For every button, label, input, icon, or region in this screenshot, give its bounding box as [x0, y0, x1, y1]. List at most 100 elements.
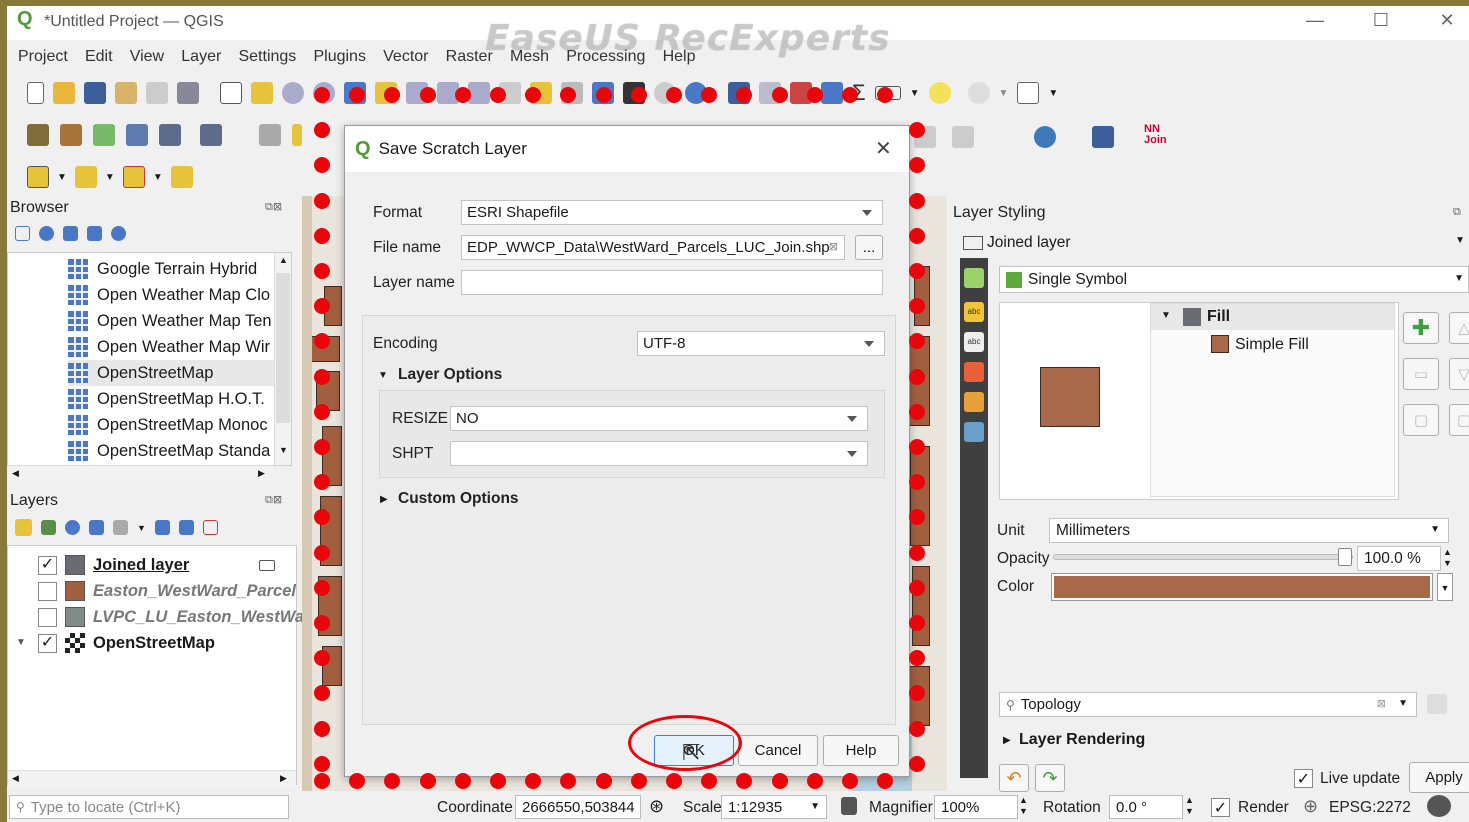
diagrams-icon[interactable]: [964, 392, 984, 412]
cancel-button[interactable]: Cancel: [738, 735, 818, 766]
opacity-spinbox[interactable]: 100.0 %: [1357, 546, 1441, 571]
add-group-icon[interactable]: [41, 520, 56, 535]
locator-icon[interactable]: [967, 82, 990, 104]
pan-map-icon[interactable]: [220, 82, 242, 104]
chevron-down-icon[interactable]: ▼: [1455, 235, 1465, 246]
layer-row-osm[interactable]: ▼ ✓ OpenStreetMap: [16, 630, 215, 656]
remove-symbol-layer-button[interactable]: ▭: [1403, 358, 1439, 390]
locate-input[interactable]: ⚲ Type to locate (Ctrl+K): [9, 795, 289, 819]
chevron-down-icon[interactable]: ▼: [57, 172, 67, 183]
symbology-icon[interactable]: [964, 268, 984, 288]
chevron-down-icon[interactable]: ▼: [1430, 524, 1440, 535]
shpt-select[interactable]: [450, 441, 868, 466]
new-map-view-icon[interactable]: [530, 82, 552, 104]
clear-icon[interactable]: ⊠: [1377, 697, 1386, 710]
layer-row-landuse[interactable]: LVPC_LU_Easton_WestWa: [38, 604, 304, 630]
opacity-slider-handle[interactable]: [1338, 548, 1352, 566]
list-item[interactable]: OpenStreetMap H.O.T.: [68, 386, 291, 412]
fill-row[interactable]: ▼ Fill: [1151, 304, 1394, 330]
filter-legend-icon[interactable]: [89, 520, 104, 535]
menu-mesh[interactable]: Mesh: [510, 48, 549, 65]
toggle-extents-icon[interactable]: ⊛: [649, 796, 664, 817]
maximize-icon[interactable]: ☐: [1361, 10, 1401, 31]
layer-visibility-checkbox[interactable]: [38, 607, 57, 627]
toggle-editing-icon[interactable]: [292, 124, 302, 146]
filter-icon[interactable]: [63, 226, 78, 241]
python-console-icon[interactable]: [1034, 126, 1056, 148]
resize-select[interactable]: NO: [450, 406, 868, 431]
menu-help[interactable]: Help: [663, 48, 696, 65]
spin-arrows-icon[interactable]: ▲ ▼: [1019, 795, 1028, 817]
new-project-icon[interactable]: [27, 82, 44, 104]
chevron-down-icon[interactable]: ▼: [1161, 310, 1171, 321]
new-temporary-layer-icon[interactable]: [159, 124, 181, 146]
collapse-all-icon[interactable]: [87, 226, 102, 241]
select-location-icon[interactable]: [170, 166, 193, 188]
move-down-button[interactable]: ▽: [1449, 358, 1469, 390]
zoom-next-icon[interactable]: [499, 82, 521, 104]
chevron-right-icon[interactable]: ▶: [380, 494, 388, 505]
new-print-layout-icon[interactable]: [115, 82, 137, 104]
layer-selector[interactable]: Joined layer ▼: [957, 229, 1469, 256]
menu-view[interactable]: View: [130, 48, 164, 65]
list-item[interactable]: Open Weather Map Clo: [68, 282, 291, 308]
browse-button[interactable]: ...: [855, 235, 883, 260]
menu-settings[interactable]: Settings: [238, 48, 296, 65]
unit-select[interactable]: Millimeters ▼: [1049, 518, 1449, 543]
properties-search-input[interactable]: ⚲ Topology ⊠ ▼: [999, 692, 1417, 717]
chevron-down-icon[interactable]: ▼: [910, 88, 920, 99]
zoom-out-icon[interactable]: [313, 82, 335, 104]
info-icon[interactable]: [111, 226, 126, 241]
live-update-checkbox[interactable]: ✓: [1294, 769, 1313, 788]
chevron-down-icon[interactable]: ▼: [105, 172, 115, 183]
layername-input[interactable]: [461, 270, 883, 295]
filter-expression-icon[interactable]: [113, 520, 128, 535]
layout-manager-icon[interactable]: [146, 82, 168, 104]
filename-input[interactable]: EDP_WWCP_Data\WestWard_Parcels_LUC_Join.…: [461, 235, 845, 260]
new-3d-view-icon[interactable]: [561, 82, 583, 104]
help-icon[interactable]: [1092, 126, 1114, 148]
zoom-native-icon[interactable]: [437, 82, 459, 104]
refresh-icon[interactable]: [685, 82, 707, 104]
spin-arrows-icon[interactable]: ▲ ▼: [1185, 795, 1194, 817]
chevron-down-icon[interactable]: ▼: [137, 523, 146, 533]
encoding-select[interactable]: UTF-8: [637, 331, 885, 356]
chevron-right-icon[interactable]: ▶: [1003, 735, 1011, 746]
browser-hscrollbar[interactable]: ◀ ▶: [8, 465, 273, 482]
field-calculator-icon[interactable]: [790, 82, 812, 104]
simple-fill-row[interactable]: Simple Fill: [1151, 332, 1394, 358]
magnifier-field[interactable]: 100%: [934, 795, 1018, 819]
identify-icon[interactable]: [728, 82, 750, 104]
layer-row-joined[interactable]: ✓ Joined layer: [38, 552, 276, 578]
list-item[interactable]: OpenStreetMap: [68, 360, 291, 386]
help-button[interactable]: Help: [823, 735, 899, 766]
text-annotation-icon[interactable]: [1017, 82, 1040, 104]
browser-scrollbar[interactable]: ▲ ▼: [274, 253, 291, 465]
open-project-icon[interactable]: [53, 82, 75, 104]
layer-options-section[interactable]: Layer Options: [398, 366, 502, 384]
current-edits-icon[interactable]: [259, 124, 281, 146]
statistics-icon[interactable]: Σ: [852, 80, 866, 106]
temporal-icon[interactable]: [654, 82, 676, 104]
collapse-all-icon[interactable]: [178, 520, 194, 535]
list-item[interactable]: OpenStreetMap Monoc: [68, 412, 291, 438]
move-up-button[interactable]: △: [1449, 312, 1469, 344]
menu-vector[interactable]: Vector: [383, 48, 428, 65]
scroll-left-icon[interactable]: ◀: [12, 468, 19, 479]
layer-row-parcels[interactable]: Easton_WestWard_Parcel: [38, 578, 296, 604]
menu-project[interactable]: Project: [18, 48, 68, 65]
chevron-down-icon[interactable]: ▼: [153, 172, 163, 183]
messages-icon[interactable]: [1427, 795, 1451, 817]
layer-rendering-section[interactable]: Layer Rendering: [1019, 731, 1145, 749]
deselect-icon[interactable]: [122, 166, 145, 188]
scroll-right-icon[interactable]: ▶: [258, 468, 265, 479]
save-project-icon[interactable]: [84, 82, 106, 104]
renderer-selector[interactable]: Single Symbol ▼: [999, 266, 1469, 293]
list-item[interactable]: Open Weather Map Ten: [68, 308, 291, 334]
scroll-right-icon[interactable]: ▶: [280, 773, 287, 784]
rotation-field[interactable]: 0.0 °: [1109, 795, 1183, 819]
undo-button[interactable]: ↶: [999, 764, 1029, 792]
format-select[interactable]: ESRI Shapefile: [461, 200, 883, 225]
layers-hscrollbar[interactable]: ◀ ▶: [8, 770, 296, 787]
chevron-down-icon[interactable]: ▼: [1454, 273, 1464, 284]
